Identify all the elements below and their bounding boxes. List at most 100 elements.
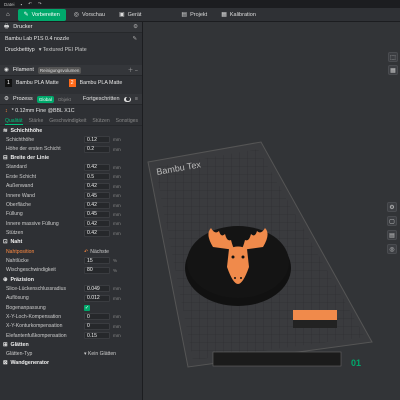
line-width-setting-input[interactable]: 0.45 xyxy=(84,192,110,200)
process-tabs: Qualität Stärke Geschwindigkeit Stützen … xyxy=(0,117,142,126)
tab-supports[interactable]: Stützen xyxy=(92,118,109,124)
line-width-setting-input[interactable]: 0.42 xyxy=(84,163,110,171)
advanced-toggle[interactable] xyxy=(123,96,131,102)
line-width-icon: ⊟ xyxy=(3,155,8,162)
redo-icon[interactable]: ↷ xyxy=(38,1,42,7)
filament-section-header[interactable]: ◉ Filament Reinigungsvolumen ＋ − xyxy=(0,65,142,76)
layer-setting-input[interactable]: 0.2 xyxy=(84,145,110,153)
layer-setting-unit: mm xyxy=(113,137,121,143)
object-top[interactable] xyxy=(293,310,337,320)
seam-gap-input[interactable]: 15 xyxy=(84,257,110,265)
seam-position-label: Nahtposition xyxy=(6,248,35,255)
tab-quality[interactable]: Qualität xyxy=(5,118,23,125)
device-icon: ▣ xyxy=(118,12,125,18)
layer-setting-input[interactable]: 0.12 xyxy=(84,136,110,144)
precision-setting-input[interactable]: 0.012 xyxy=(84,294,110,302)
orient-icon[interactable]: ⬚ xyxy=(388,52,398,62)
wipe-speed-input[interactable]: 80 xyxy=(84,266,110,274)
wifi-icon[interactable]: ⚙ xyxy=(133,24,138,30)
add-filament-icon[interactable]: ＋ − xyxy=(128,66,138,74)
arrange-icon[interactable]: ▦ xyxy=(388,65,398,75)
precision-setting-row: Slice-Lückenschlussradius 0.049 mm xyxy=(0,284,142,293)
3d-viewport[interactable]: Bambu Tex 01 ⬚ ▦ ⚙ ▢ ▤ ◎ xyxy=(143,22,400,400)
arc-fitting-checkbox[interactable]: ✓ xyxy=(84,304,90,311)
filament-slot-1[interactable]: Bambu PLA Matte xyxy=(16,80,59,86)
plate-settings-icon[interactable]: ⚙ xyxy=(387,202,397,212)
precision-setting-unit: mm xyxy=(113,295,121,301)
plate-arrange-icon[interactable]: ▤ xyxy=(387,230,397,240)
plate-label-strip xyxy=(212,351,342,367)
plate-orient-icon[interactable]: ◎ xyxy=(387,244,397,254)
ironing-type-label: Glätten-Typ xyxy=(6,351,33,358)
process-section-label: Prozess xyxy=(12,96,33,102)
precision-setting-unit: mm xyxy=(113,286,121,292)
purge-volume-button[interactable]: Reinigungsvolumen xyxy=(37,66,82,74)
seam-position-row: Nahtposition ↶ Nächste xyxy=(0,247,142,256)
precision-setting-input[interactable]: 0 xyxy=(84,322,110,330)
file-menu[interactable]: Datei xyxy=(4,2,15,7)
group-ironing: ⊞ Glätten xyxy=(0,340,142,349)
edit-icon[interactable]: ✎ xyxy=(133,36,137,42)
line-width-setting-input[interactable]: 0.42 xyxy=(84,229,110,237)
ironing-type-select[interactable]: ▾ Kein Glätten xyxy=(84,351,116,357)
tab-calibration[interactable]: ▦ Kalibration xyxy=(215,9,262,21)
settings-sidebar: 🖶 Drucker ⚙ Bambu Lab P1S 0.4 nozzle ✎ D… xyxy=(0,22,143,400)
line-width-setting-input[interactable]: 0.42 xyxy=(84,182,110,190)
tab-calibration-label: Kalibration xyxy=(229,11,256,18)
line-width-setting-label: Füllung xyxy=(6,211,23,218)
line-width-setting-label: Oberfläche xyxy=(6,202,31,209)
layer-setting-label: Schichthöhe xyxy=(6,136,35,143)
build-plate-scene: Bambu Tex 01 xyxy=(147,141,373,368)
seam-icon: ⊡ xyxy=(3,239,8,246)
group-line-width: ⊟ Breite der Linie xyxy=(0,154,142,163)
home-button[interactable]: ⌂ xyxy=(0,9,16,21)
precision-setting-input[interactable]: 0.15 xyxy=(84,332,110,340)
precision-setting-row: X-Y-Loch-Kompensation 0 mm xyxy=(0,312,142,321)
top-navigation: ⌂ ✎ Vorbereiten ◎ Vorschau ▣ Gerät ▤ Projekt… xyxy=(0,8,400,22)
process-section-header[interactable]: ⚙ Prozess Global Objekt Fortgeschritten … xyxy=(0,94,142,105)
tab-others[interactable]: Sonstiges xyxy=(116,118,138,124)
line-width-setting-input[interactable]: 0.42 xyxy=(84,220,110,228)
line-width-setting-unit: mm xyxy=(113,202,121,208)
seam-position-select[interactable]: Nächste xyxy=(90,249,109,255)
tab-project[interactable]: ▤ Projekt xyxy=(175,9,213,21)
filament-slots: 1 Bambu PLA Matte 2 Bambu PLA Matte xyxy=(0,76,142,90)
group-wall-generator: ⊠ Wandgenerator xyxy=(0,359,142,368)
tab-strength[interactable]: Stärke xyxy=(29,118,44,124)
printer-section-header[interactable]: 🖶 Drucker ⚙ xyxy=(0,22,142,33)
seam-gap-unit: % xyxy=(113,258,118,264)
printer-icon: 🖶 xyxy=(4,23,10,30)
menu-icon[interactable]: ≡ xyxy=(135,96,138,102)
seam-gap-row: Nahtlücke 15 % xyxy=(0,256,142,265)
tab-prepare[interactable]: ✎ Vorbereiten xyxy=(17,8,66,21)
precision-setting-label: Slice-Lückenschlussradius xyxy=(6,285,67,292)
line-width-setting-input[interactable]: 0.45 xyxy=(84,210,110,218)
object-toggle[interactable]: Objekt xyxy=(58,97,71,102)
group-line-label: Breite der Linie xyxy=(10,155,50,162)
plate-lock-icon[interactable]: ▢ xyxy=(387,216,397,226)
tab-speed[interactable]: Geschwindigkeit xyxy=(49,118,86,124)
tab-device[interactable]: ▣ Gerät xyxy=(113,9,147,21)
line-width-setting-unit: mm xyxy=(113,230,121,236)
undo-icon[interactable]: ↶ xyxy=(28,1,32,7)
filament-slot-2[interactable]: Bambu PLA Matte xyxy=(80,80,123,86)
tab-preview[interactable]: ◎ Vorschau xyxy=(68,9,111,21)
layers-icon: ≋ xyxy=(3,127,8,134)
printer-select[interactable]: Bambu Lab P1S 0.4 nozzle ✎ xyxy=(0,33,142,45)
save-icon[interactable]: ▪ xyxy=(21,2,23,7)
precision-setting-input[interactable]: 0 xyxy=(84,313,110,321)
precision-setting-label: Elefantenfußkompensation xyxy=(6,332,67,339)
prepare-icon: ✎ xyxy=(23,12,29,18)
precision-setting-unit: mm xyxy=(113,323,121,329)
precision-setting-row: Auflösung 0.012 mm xyxy=(0,293,142,302)
filament-icon: ◉ xyxy=(4,67,9,73)
global-toggle[interactable]: Global xyxy=(36,95,54,103)
precision-setting-input[interactable]: 0.049 xyxy=(84,285,110,293)
line-width-setting-input[interactable]: 0.5 xyxy=(84,173,110,181)
precision-setting-label: Bogenanpassung xyxy=(6,304,46,311)
tab-prepare-label: Vorbereiten xyxy=(31,11,60,18)
plate-type-select[interactable]: ▾ Textured PEI Plate xyxy=(39,47,87,53)
group-seam: ⊡ Naht xyxy=(0,238,142,247)
process-profile-select[interactable]: ↕ * 0.12mm Fine @BBL X1C xyxy=(0,105,142,117)
line-width-setting-input[interactable]: 0.42 xyxy=(84,201,110,209)
